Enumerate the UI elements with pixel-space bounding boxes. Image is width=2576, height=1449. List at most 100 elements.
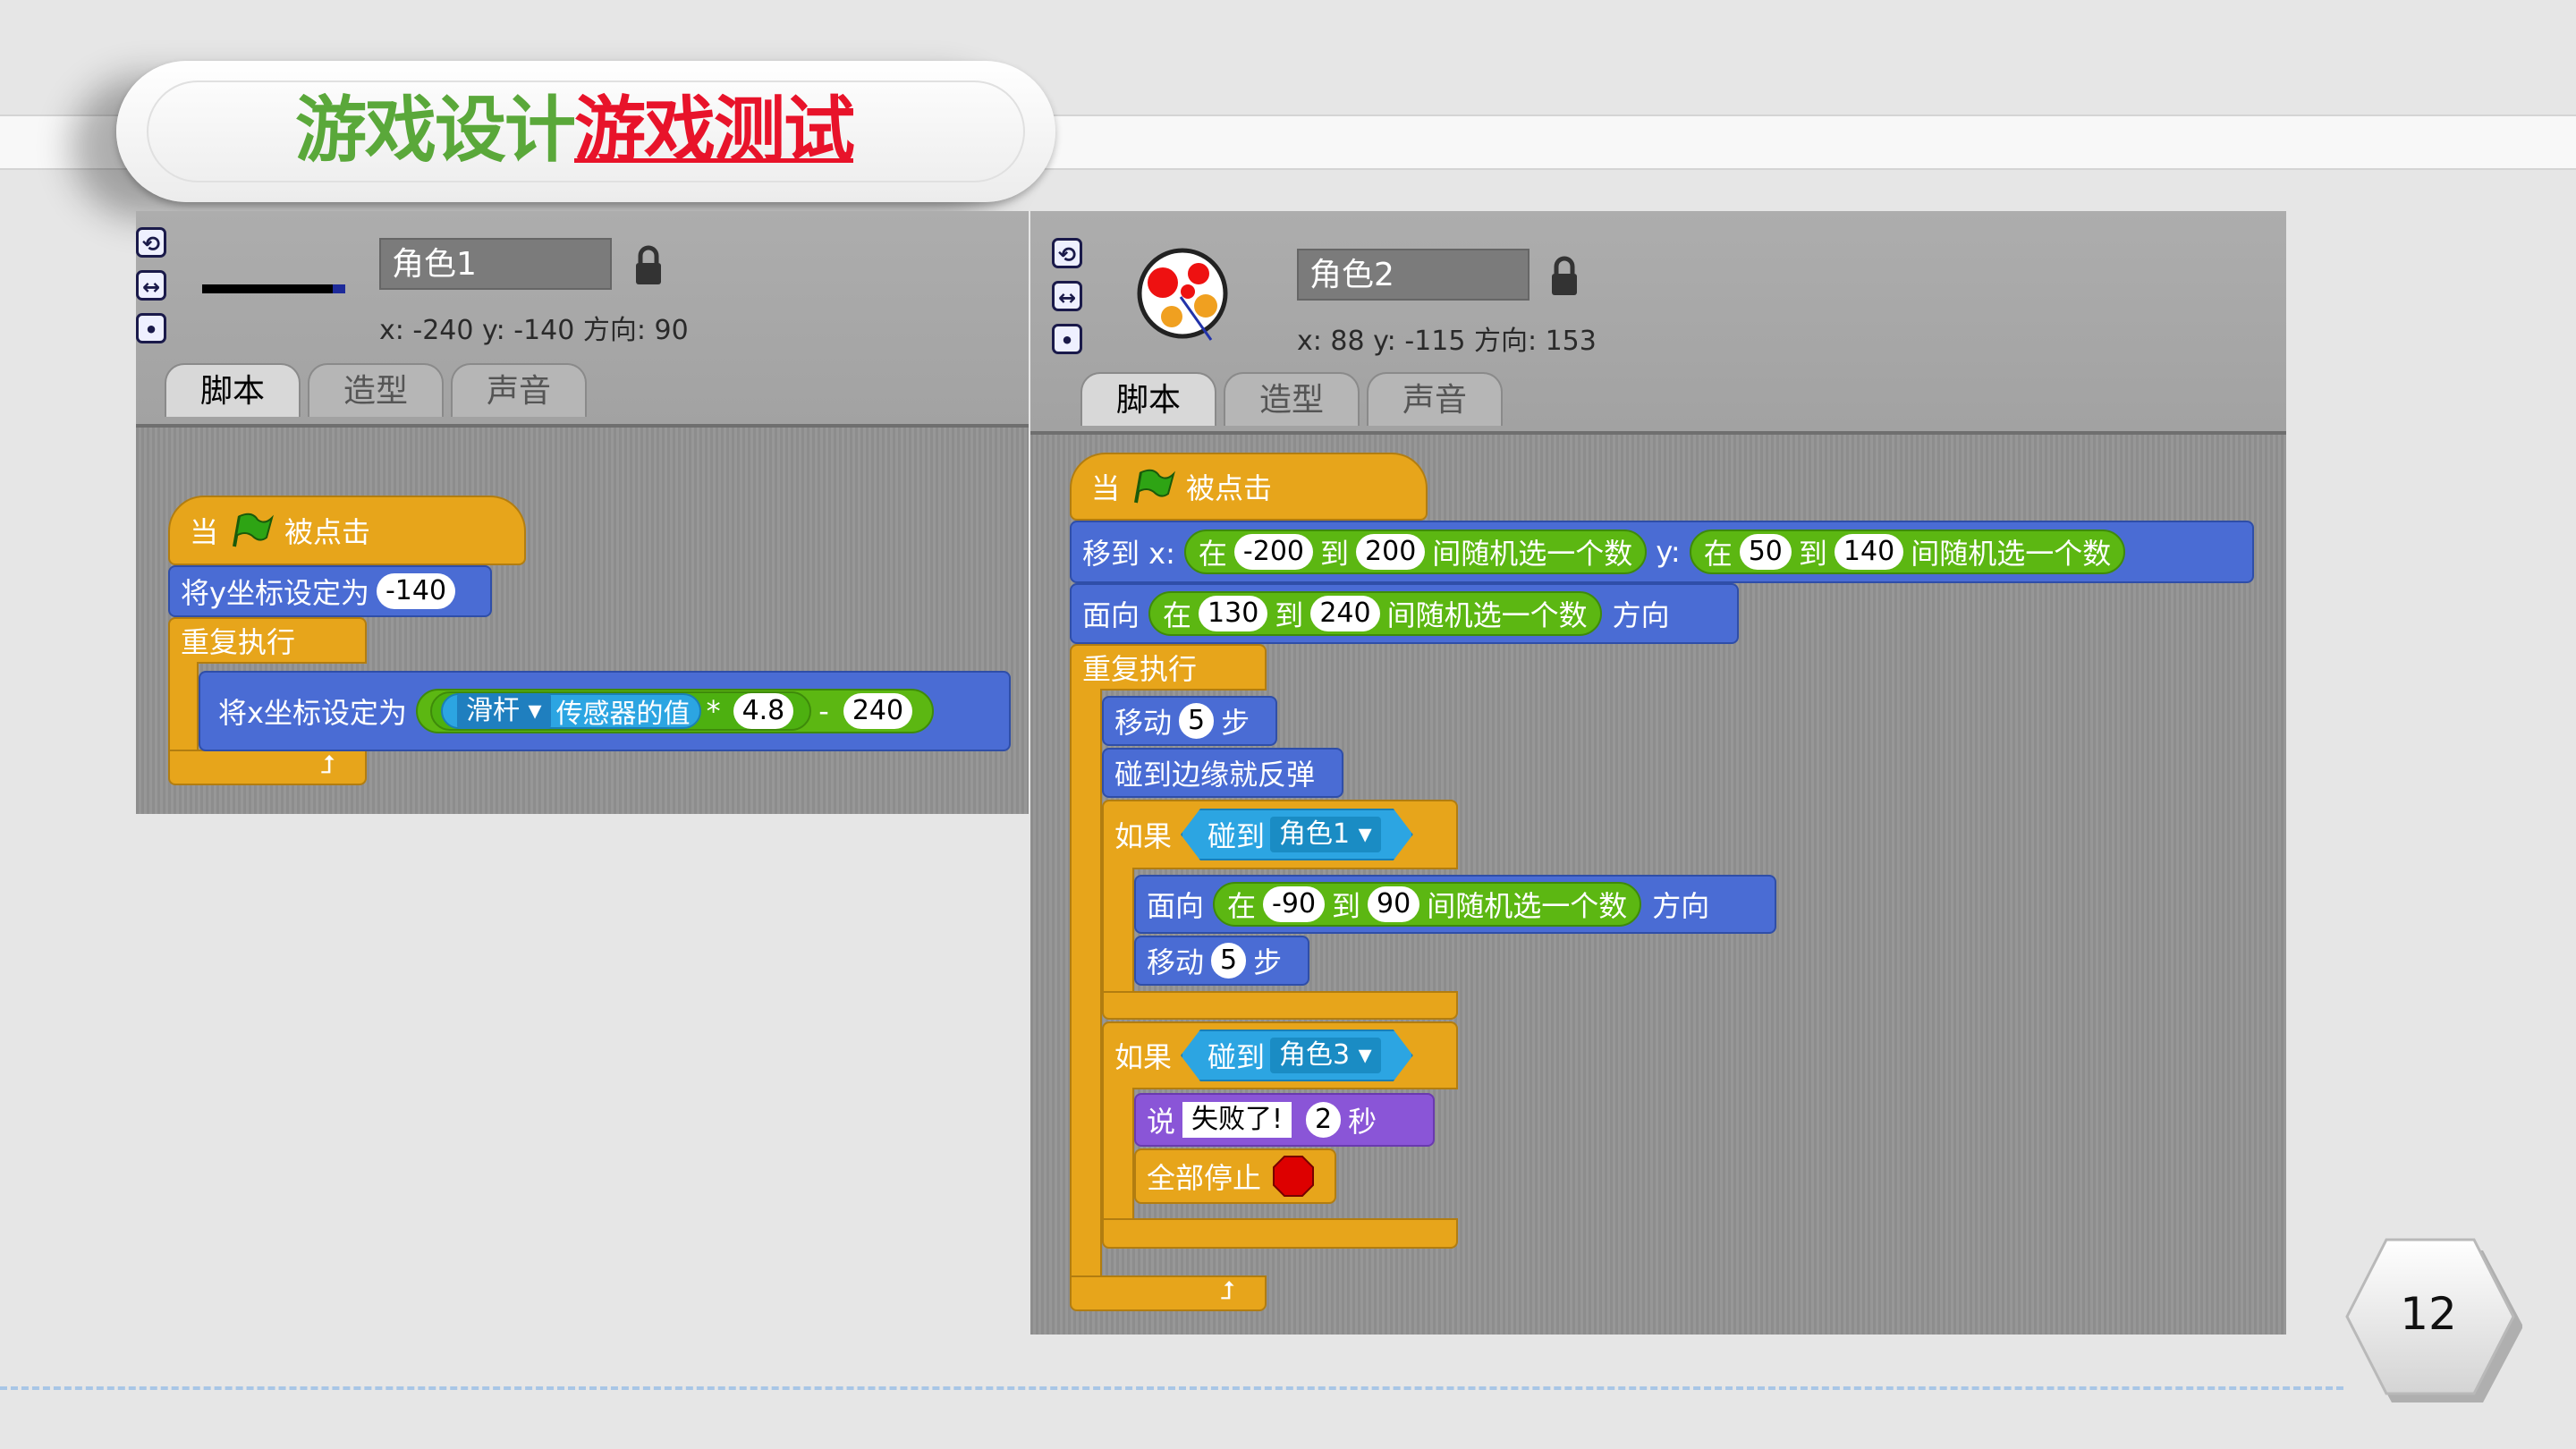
- move-steps-value[interactable]: 5: [1211, 943, 1247, 979]
- right-script-area[interactable]: 当 被点击 移到 x: 在 -200 到 200 间随机选一个数 y: 在 50…: [1030, 431, 2286, 1335]
- right-sprite-header: ⟲ ↔ • 角色2 x: 88 y: -115 方向: 153 脚本 造型 声音: [1030, 211, 2286, 431]
- random-y-from[interactable]: 50: [1739, 534, 1792, 570]
- pick-label: 间随机选一个数: [1427, 889, 1628, 923]
- say-text-input[interactable]: 失败了!: [1182, 1102, 1292, 1138]
- forever-block-bottom: [1070, 1275, 1267, 1311]
- forever-block[interactable]: 重复执行: [168, 617, 367, 664]
- goto-label: 移到 x:: [1082, 537, 1175, 571]
- left-script-area[interactable]: 当 被点击 将y坐标设定为 -140 重复执行 ⮥ 将x坐标设定为 滑杆 ▾ 传…: [136, 424, 1029, 814]
- in-label: 在: [1163, 598, 1192, 632]
- subtract-operator[interactable]: 滑杆 ▾ 传感器的值 * 4.8 - 240: [415, 689, 935, 733]
- forever-block[interactable]: 重复执行: [1070, 644, 1267, 691]
- move-label: 移动: [1147, 945, 1205, 979]
- sprite-name-field[interactable]: 角色1: [379, 238, 612, 290]
- flip-lr-icon[interactable]: ↔: [1052, 281, 1082, 311]
- rotate-all-icon[interactable]: ⟲: [136, 227, 166, 258]
- move-steps-block[interactable]: 移动 5 步: [1102, 696, 1277, 746]
- pick-label: 间随机选一个数: [1432, 537, 1633, 571]
- random-dir-from[interactable]: 130: [1199, 596, 1268, 631]
- if-label: 如果: [1114, 819, 1173, 853]
- set-y-label: 将y坐标设定为: [181, 576, 369, 610]
- left-sprite-header: ⟲ ↔ • 角色1 x: -240 y: -140 方向: 90 脚本 造型 声…: [136, 211, 1029, 428]
- sensor-dropdown[interactable]: 滑杆 ▾: [456, 693, 551, 729]
- stop-all-block[interactable]: 全部停止: [1134, 1148, 1336, 1204]
- if-block-2[interactable]: 如果 碰到 角色3 ▾: [1102, 1021, 1458, 1089]
- random-x-to[interactable]: 200: [1356, 534, 1426, 570]
- say-secs-value[interactable]: 2: [1306, 1102, 1342, 1138]
- point-direction-block[interactable]: 面向 在 -90 到 90 间随机选一个数 方向: [1134, 875, 1776, 934]
- multiply-operator[interactable]: 滑杆 ▾ 传感器的值 * 4.8: [429, 691, 812, 731]
- ball-sprite-thumbnail: [1137, 248, 1228, 341]
- move-label: 移动: [1114, 706, 1173, 740]
- random-direction-operator[interactable]: 在 -90 到 90 间随机选一个数: [1213, 882, 1642, 927]
- sensor-label: 传感器的值: [555, 699, 691, 730]
- when-flag-clicked-block[interactable]: 当 被点击: [1070, 453, 1428, 521]
- lock-icon[interactable]: [1549, 256, 1580, 297]
- set-x-label: 将x坐标设定为: [218, 696, 407, 730]
- random-y-to[interactable]: 140: [1834, 534, 1904, 570]
- if-block-1-bottom: [1102, 991, 1458, 1020]
- touching-target-dropdown[interactable]: 角色1 ▾: [1270, 817, 1381, 852]
- forever-label: 重复执行: [181, 625, 296, 659]
- to-label: 到: [1320, 537, 1350, 571]
- sensor-value-reporter[interactable]: 滑杆 ▾ 传感器的值: [440, 693, 701, 730]
- touching-condition-1[interactable]: 碰到 角色1 ▾: [1181, 809, 1413, 860]
- set-y-block[interactable]: 将y坐标设定为 -140: [168, 565, 492, 617]
- tab-script[interactable]: 脚本: [165, 363, 301, 417]
- lock-icon[interactable]: [633, 245, 664, 286]
- flip-lr-icon[interactable]: ↔: [136, 270, 166, 301]
- subtract-value[interactable]: 240: [843, 693, 913, 729]
- page-title: 游戏设计游戏测试: [295, 86, 855, 175]
- tab-script[interactable]: 脚本: [1080, 372, 1216, 426]
- stop-all-label: 全部停止: [1147, 1161, 1262, 1195]
- random-face-to[interactable]: 90: [1368, 886, 1420, 922]
- to-label: 到: [1798, 537, 1827, 571]
- in-label: 在: [1227, 889, 1257, 923]
- direction-label: 方向: [1612, 598, 1670, 632]
- move-steps-block[interactable]: 移动 5 步: [1134, 936, 1309, 986]
- move-steps-value[interactable]: 5: [1179, 703, 1215, 739]
- if-block-1[interactable]: 如果 碰到 角色1 ▾: [1102, 800, 1458, 869]
- touching-condition-2[interactable]: 碰到 角色3 ▾: [1181, 1030, 1413, 1081]
- tab-costume[interactable]: 造型: [1224, 372, 1360, 426]
- title-part-1: 游戏设计: [295, 89, 576, 172]
- set-y-value[interactable]: -140: [376, 573, 456, 609]
- random-dir-to[interactable]: 240: [1310, 596, 1380, 631]
- if-label: 如果: [1114, 1040, 1173, 1074]
- rotate-all-icon[interactable]: ⟲: [1052, 238, 1082, 268]
- forever-block-arm: [168, 662, 199, 751]
- loop-arrow-icon: ⮥: [320, 750, 335, 779]
- no-rotate-icon[interactable]: •: [136, 313, 166, 343]
- touching-target-dropdown[interactable]: 角色3 ▾: [1270, 1038, 1381, 1073]
- sprite-name-field[interactable]: 角色2: [1297, 249, 1530, 301]
- point-direction-block[interactable]: 面向 在 130 到 240 间随机选一个数 方向: [1070, 583, 1739, 644]
- random-y-operator[interactable]: 在 50 到 140 间随机选一个数: [1689, 530, 2126, 574]
- sprite-coords: x: 88 y: -115 方向: 153: [1297, 326, 1597, 357]
- steps-label: 步: [1253, 945, 1283, 979]
- tab-sound[interactable]: 声音: [1367, 372, 1503, 426]
- random-x-operator[interactable]: 在 -200 到 200 间随机选一个数: [1183, 530, 1648, 574]
- when-flag-clicked-block[interactable]: 当 被点击: [168, 496, 526, 565]
- say-label: 说: [1147, 1105, 1176, 1139]
- loop-arrow-icon: ⮥: [1220, 1275, 1235, 1305]
- footer-dashed-line: [0, 1386, 2343, 1390]
- face-label: 面向: [1082, 598, 1140, 632]
- say-for-secs-block[interactable]: 说 失败了! 2 秒: [1134, 1093, 1435, 1147]
- random-x-from[interactable]: -200: [1233, 534, 1314, 570]
- random-direction-operator[interactable]: 在 130 到 240 间随机选一个数: [1148, 591, 1602, 636]
- forever-block-arm: [1070, 689, 1102, 1279]
- bounce-block[interactable]: 碰到边缘就反弹: [1102, 748, 1343, 798]
- page-number: 12: [2400, 1288, 2457, 1340]
- forever-block-bottom: [168, 750, 367, 785]
- no-rotate-icon[interactable]: •: [1052, 324, 1082, 354]
- hat-label: 当: [190, 515, 219, 549]
- goto-xy-block[interactable]: 移到 x: 在 -200 到 200 间随机选一个数 y: 在 50 到 140…: [1070, 521, 2254, 583]
- bounce-label: 碰到边缘就反弹: [1114, 758, 1316, 792]
- if-block-2-bottom: [1102, 1218, 1458, 1249]
- set-x-block[interactable]: 将x坐标设定为 滑杆 ▾ 传感器的值 * 4.8 - 240: [199, 671, 1011, 751]
- tab-costume[interactable]: 造型: [308, 363, 444, 417]
- face-label: 面向: [1147, 889, 1205, 923]
- random-face-from[interactable]: -90: [1263, 886, 1326, 922]
- multiply-factor[interactable]: 4.8: [733, 693, 794, 729]
- tab-sound[interactable]: 声音: [451, 363, 587, 417]
